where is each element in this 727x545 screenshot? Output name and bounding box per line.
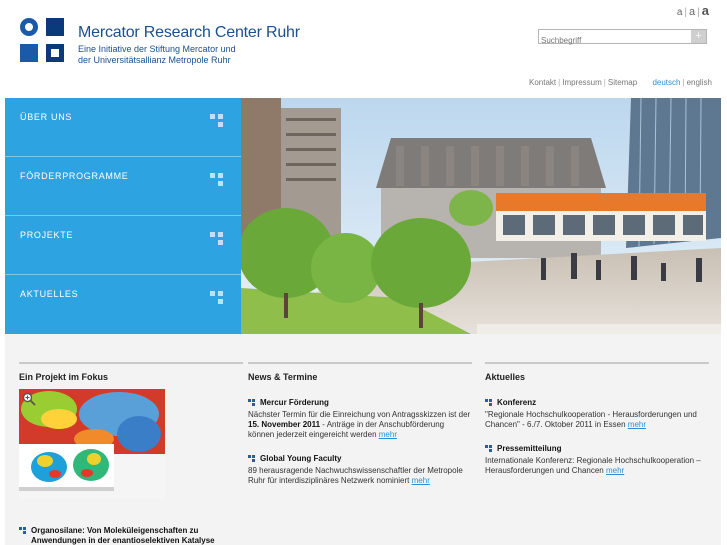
news-heading: News & Termine bbox=[248, 372, 318, 382]
nav-item-label: PROJEKTE bbox=[20, 230, 74, 240]
hero: ÜBER UNS FÖRDERPROGRAMME PROJEKTE AKTUEL… bbox=[5, 98, 721, 334]
bullet-icon bbox=[485, 399, 492, 406]
news-date-highlight: 15. November 2011 bbox=[248, 420, 321, 429]
search-button[interactable]: + bbox=[691, 30, 706, 43]
column-aktuelles: Aktuelles Konferenz "Regionale Hochschul… bbox=[485, 362, 709, 490]
logo-square-4 bbox=[46, 44, 64, 62]
news-item-text: 89 herausragende Nachwuchswissenschaftle… bbox=[248, 466, 472, 486]
focus-project-title[interactable]: Organosilane: Von Moleküleigenschaften z… bbox=[19, 526, 239, 545]
nav-item-aktuelles[interactable]: AKTUELLES bbox=[5, 275, 241, 334]
focus-project-image[interactable] bbox=[19, 389, 165, 499]
site-title[interactable]: Mercator Research Center Ruhr bbox=[78, 24, 300, 42]
squares-icon bbox=[210, 114, 224, 128]
news-title-text: Mercur Förderung bbox=[260, 398, 329, 407]
column-news: News & Termine Mercur Förderung Nächster… bbox=[248, 362, 472, 500]
news-item-title[interactable]: Mercur Förderung bbox=[248, 398, 472, 407]
news-item-title[interactable]: Global Young Faculty bbox=[248, 454, 472, 463]
util-sep: | bbox=[603, 78, 606, 87]
bullet-icon bbox=[19, 527, 26, 534]
main-nav: ÜBER UNS FÖRDERPROGRAMME PROJEKTE AKTUEL… bbox=[5, 98, 241, 334]
font-sep: | bbox=[684, 7, 688, 18]
zoom-icon[interactable] bbox=[22, 392, 36, 406]
more-link[interactable]: mehr bbox=[628, 420, 646, 429]
nav-item-label: FÖRDERPROGRAMME bbox=[20, 171, 129, 181]
nav-item-label: ÜBER UNS bbox=[20, 112, 73, 122]
util-sep: | bbox=[682, 78, 685, 87]
util-sep: | bbox=[558, 78, 561, 87]
squares-icon bbox=[210, 173, 224, 187]
lang-english[interactable]: english bbox=[687, 78, 712, 87]
nav-item-foerderprogramme[interactable]: FÖRDERPROGRAMME bbox=[5, 157, 241, 216]
nav-item-projekte[interactable]: PROJEKTE bbox=[5, 216, 241, 275]
more-link[interactable]: mehr bbox=[606, 466, 624, 475]
squares-icon bbox=[210, 232, 224, 246]
news-title-text: Global Young Faculty bbox=[260, 454, 342, 463]
focus-project-title-text: Organosilane: Von Moleküleigenschaften z… bbox=[31, 526, 215, 545]
font-size-large[interactable]: a bbox=[702, 3, 709, 18]
site-subtitle-line-1: Eine Initiative der Stiftung Mercator un… bbox=[78, 44, 236, 54]
aktuelles-item-text: "Regionale Hochschulkooperation - Heraus… bbox=[485, 410, 709, 430]
link-impressum[interactable]: Impressum bbox=[562, 78, 602, 87]
link-sitemap[interactable]: Sitemap bbox=[608, 78, 637, 87]
bullet-icon bbox=[485, 445, 492, 452]
focus-heading: Ein Projekt im Fokus bbox=[19, 372, 109, 382]
campus-photo bbox=[241, 98, 721, 334]
aktuelles-heading: Aktuelles bbox=[485, 372, 526, 382]
column-focus: Ein Projekt im Fokus bbox=[19, 362, 243, 499]
search-box: + bbox=[538, 29, 707, 47]
aktuelles-text-part: "Regionale Hochschulkooperation - Heraus… bbox=[485, 410, 697, 429]
font-size-switcher: a | a | a bbox=[677, 3, 709, 18]
logo-square-1 bbox=[20, 18, 38, 36]
logo[interactable] bbox=[20, 18, 66, 64]
squares-icon bbox=[210, 291, 224, 305]
site-subtitle: Eine Initiative der Stiftung Mercator un… bbox=[78, 44, 236, 66]
bullet-icon bbox=[248, 399, 255, 406]
aktuelles-title-text: Pressemitteilung bbox=[497, 444, 562, 453]
molecule-visualization bbox=[19, 389, 165, 499]
font-size-small[interactable]: a bbox=[677, 7, 683, 18]
lang-deutsch[interactable]: deutsch bbox=[652, 78, 680, 87]
aktuelles-item-text: Internationale Konferenz: Regionale Hoch… bbox=[485, 456, 709, 476]
news-text-part: 89 herausragende Nachwuchswissenschaftle… bbox=[248, 466, 463, 485]
font-sep: | bbox=[697, 7, 700, 18]
content-area: Ein Projekt im Fokus News & Termine Merc… bbox=[5, 334, 721, 545]
logo-square-3 bbox=[20, 44, 38, 62]
aktuelles-item-title[interactable]: Pressemitteilung bbox=[485, 444, 709, 453]
nav-item-ueber-uns[interactable]: ÜBER UNS bbox=[5, 98, 241, 157]
bullet-icon bbox=[248, 455, 255, 462]
utility-nav: Kontakt | Impressum | Sitemap deutsch | englis… bbox=[529, 78, 712, 87]
font-size-medium[interactable]: a bbox=[689, 6, 695, 18]
news-item-text: Nächster Termin für die Einreichung von … bbox=[248, 410, 472, 440]
link-kontakt[interactable]: Kontakt bbox=[529, 78, 556, 87]
more-link[interactable]: mehr bbox=[379, 430, 397, 439]
aktuelles-title-text: Konferenz bbox=[497, 398, 537, 407]
aktuelles-text-part: Internationale Konferenz: Regionale Hoch… bbox=[485, 456, 701, 475]
more-link[interactable]: mehr bbox=[412, 476, 430, 485]
aktuelles-item-title[interactable]: Konferenz bbox=[485, 398, 709, 407]
news-text-part: Nächster Termin für die Einreichung von … bbox=[248, 410, 471, 419]
site-subtitle-line-2: der Universitätsallianz Metropole Ruhr bbox=[78, 55, 231, 65]
search-input[interactable] bbox=[539, 34, 689, 47]
logo-square-2 bbox=[46, 18, 64, 36]
nav-item-label: AKTUELLES bbox=[20, 289, 79, 299]
